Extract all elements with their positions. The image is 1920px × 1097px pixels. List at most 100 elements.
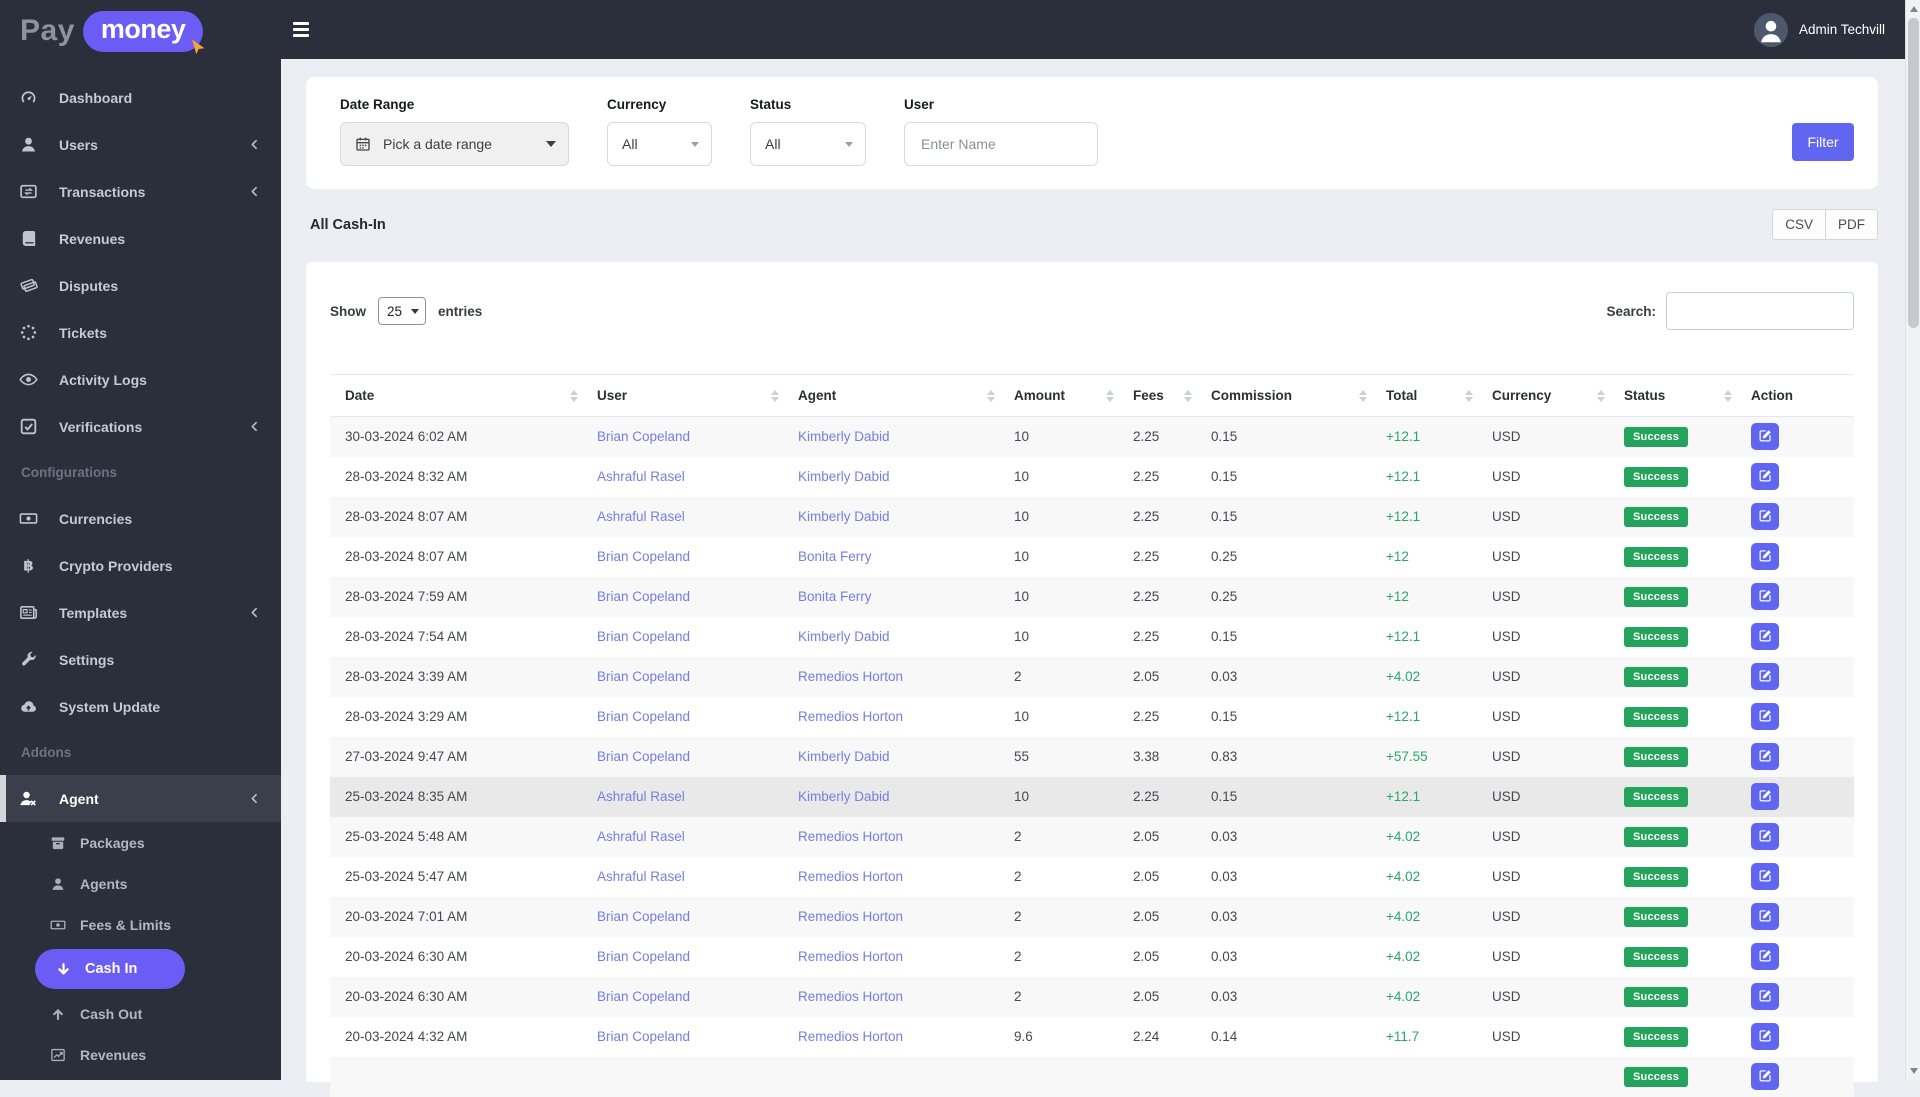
- status-select[interactable]: All: [750, 122, 866, 166]
- paymoney-logo[interactable]: Pay money: [0, 0, 281, 62]
- edit-action-button[interactable]: [1751, 943, 1779, 970]
- agent-link[interactable]: Kimberly Dabid: [798, 749, 890, 764]
- csv-export-button[interactable]: CSV: [1772, 209, 1825, 240]
- sidebar-item-settings[interactable]: Settings: [0, 636, 281, 683]
- sidebar-item-fees-limits[interactable]: Fees & Limits: [0, 904, 281, 945]
- agent-link[interactable]: Kimberly Dabid: [798, 429, 890, 444]
- column-header-user[interactable]: User: [582, 375, 783, 417]
- sidebar-item-revenues[interactable]: Revenues: [0, 1034, 281, 1075]
- agent-link[interactable]: Kimberly Dabid: [798, 509, 890, 524]
- user-name: Admin Techvill: [1799, 22, 1885, 37]
- currency-select[interactable]: All: [607, 122, 712, 166]
- sidebar-item-templates[interactable]: Templates: [0, 589, 281, 636]
- agent-link[interactable]: Remedios Horton: [798, 829, 903, 844]
- sidebar-item-dashboard[interactable]: Dashboard: [0, 74, 281, 121]
- column-header-fees[interactable]: Fees: [1118, 375, 1196, 417]
- user-link[interactable]: Brian Copeland: [597, 709, 690, 724]
- agent-link[interactable]: Remedios Horton: [798, 949, 903, 964]
- agent-link[interactable]: Remedios Horton: [798, 1029, 903, 1044]
- edit-action-button[interactable]: [1751, 863, 1779, 890]
- sidebar-item-label: Packages: [80, 835, 145, 851]
- column-header-date[interactable]: Date: [330, 375, 582, 417]
- user-link[interactable]: Ashraful Rasel: [597, 829, 685, 844]
- hamburger-menu-icon[interactable]: [289, 15, 313, 44]
- cell-total: +4.02: [1371, 937, 1477, 977]
- date-range-picker[interactable]: Pick a date range: [340, 122, 569, 166]
- agent-link[interactable]: Bonita Ferry: [798, 589, 872, 604]
- agent-link[interactable]: Kimberly Dabid: [798, 789, 890, 804]
- user-link[interactable]: Ashraful Rasel: [597, 469, 685, 484]
- edit-action-button[interactable]: [1751, 543, 1779, 570]
- user-name-input[interactable]: [919, 135, 1085, 153]
- user-link[interactable]: Brian Copeland: [597, 909, 690, 924]
- agent-link[interactable]: Remedios Horton: [798, 669, 903, 684]
- column-header-total[interactable]: Total: [1371, 375, 1477, 417]
- edit-action-button[interactable]: [1751, 463, 1779, 490]
- edit-action-button[interactable]: [1751, 1063, 1779, 1090]
- edit-action-button[interactable]: [1751, 783, 1779, 810]
- edit-action-button[interactable]: [1751, 743, 1779, 770]
- sidebar-item-disputes[interactable]: Disputes: [0, 262, 281, 309]
- sidebar-item-verifications[interactable]: Verifications: [0, 403, 281, 450]
- page-length-select[interactable]: 25: [378, 297, 426, 325]
- agent-link[interactable]: Remedios Horton: [798, 869, 903, 884]
- agent-link[interactable]: Kimberly Dabid: [798, 629, 890, 644]
- user-menu[interactable]: Admin Techvill: [1754, 13, 1885, 47]
- sidebar-item-system-update[interactable]: System Update: [0, 683, 281, 730]
- user-link[interactable]: Brian Copeland: [597, 669, 690, 684]
- user-link[interactable]: Ashraful Rasel: [597, 789, 685, 804]
- edit-action-button[interactable]: [1751, 903, 1779, 930]
- edit-action-button[interactable]: [1751, 663, 1779, 690]
- user-link[interactable]: Ashraful Rasel: [597, 509, 685, 524]
- column-header-currency[interactable]: Currency: [1477, 375, 1609, 417]
- pdf-export-button[interactable]: PDF: [1825, 209, 1878, 240]
- agent-link[interactable]: Remedios Horton: [798, 989, 903, 1004]
- sidebar-item-cash-out[interactable]: Cash Out: [0, 993, 281, 1034]
- column-header-action[interactable]: Action: [1736, 375, 1854, 417]
- sidebar-item-crypto-providers[interactable]: ฿Crypto Providers: [0, 542, 281, 589]
- edit-action-button[interactable]: [1751, 583, 1779, 610]
- sidebar-item-currencies[interactable]: Currencies: [0, 495, 281, 542]
- sidebar-item-revenues[interactable]: Revenues: [0, 215, 281, 262]
- user-link[interactable]: Brian Copeland: [597, 549, 690, 564]
- filter-button[interactable]: Filter: [1792, 123, 1854, 161]
- edit-action-button[interactable]: [1751, 983, 1779, 1010]
- sidebar-item-transactions[interactable]: Transactions: [0, 168, 281, 215]
- edit-action-button[interactable]: [1751, 423, 1779, 450]
- agent-link[interactable]: Remedios Horton: [798, 909, 903, 924]
- agent-link[interactable]: Bonita Ferry: [798, 549, 872, 564]
- user-link[interactable]: Ashraful Rasel: [597, 869, 685, 884]
- user-link[interactable]: Brian Copeland: [597, 429, 690, 444]
- column-header-amount[interactable]: Amount: [999, 375, 1118, 417]
- edit-action-button[interactable]: [1751, 703, 1779, 730]
- user-link[interactable]: Brian Copeland: [597, 749, 690, 764]
- column-header-agent[interactable]: Agent: [783, 375, 999, 417]
- sidebar-item-packages[interactable]: Packages: [0, 822, 281, 863]
- scrollbar-up-arrow[interactable]: [1906, 1, 1920, 17]
- user-link[interactable]: Brian Copeland: [597, 949, 690, 964]
- edit-action-button[interactable]: [1751, 623, 1779, 650]
- column-header-status[interactable]: Status: [1609, 375, 1736, 417]
- agent-link[interactable]: Kimberly Dabid: [798, 469, 890, 484]
- edit-action-button[interactable]: [1751, 503, 1779, 530]
- search-input[interactable]: [1666, 292, 1854, 330]
- sidebar-item-agents[interactable]: Agents: [0, 863, 281, 904]
- status-badge: Success: [1624, 907, 1688, 927]
- user-link[interactable]: Brian Copeland: [597, 589, 690, 604]
- sidebar-item-users[interactable]: Users: [0, 121, 281, 168]
- cell-status: Success: [1609, 1057, 1736, 1097]
- edit-icon: [1759, 589, 1772, 605]
- sidebar-item-activity-logs[interactable]: Activity Logs: [0, 356, 281, 403]
- column-header-commission[interactable]: Commission: [1196, 375, 1371, 417]
- sidebar-item-tickets[interactable]: Tickets: [0, 309, 281, 356]
- user-link[interactable]: Brian Copeland: [597, 1029, 690, 1044]
- user-link[interactable]: Brian Copeland: [597, 629, 690, 644]
- user-link[interactable]: Brian Copeland: [597, 989, 690, 1004]
- sidebar-item-cash-in[interactable]: Cash In: [35, 949, 185, 989]
- edit-action-button[interactable]: [1751, 823, 1779, 850]
- agent-link[interactable]: Remedios Horton: [798, 709, 903, 724]
- sidebar-item-agent[interactable]: Agent: [0, 775, 281, 822]
- scrollbar-down-arrow[interactable]: [1906, 1063, 1920, 1079]
- scrollbar-thumb[interactable]: [1908, 18, 1919, 328]
- edit-action-button[interactable]: [1751, 1023, 1779, 1050]
